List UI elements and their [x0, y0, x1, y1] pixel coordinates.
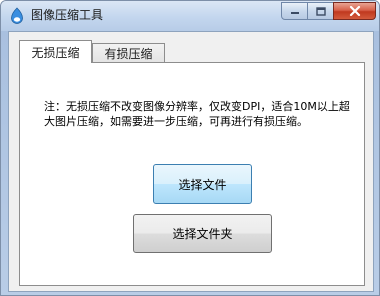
maximize-button[interactable]	[307, 2, 334, 20]
maximize-icon	[315, 6, 326, 16]
app-logo-icon	[11, 7, 23, 24]
title-bar[interactable]: 图像压缩工具	[1, 1, 379, 31]
tab-lossless-compression[interactable]: 无损压缩	[19, 40, 92, 63]
select-folder-button[interactable]: 选择文件夹	[133, 214, 272, 253]
app-window: 图像压缩工具 有损压缩 无损压缩 注：无损压缩不改变图像分辨率，仅改变DPI，适…	[0, 0, 380, 296]
minimize-button[interactable]	[281, 2, 308, 20]
tab-lossy-compression[interactable]: 有损压缩	[92, 43, 165, 63]
window-title: 图像压缩工具	[31, 8, 104, 22]
tab-panel-lossless: 注：无损压缩不改变图像分辨率，仅改变DPI，适合10M以上超大图片压缩，如需要进…	[19, 62, 365, 286]
close-button[interactable]	[333, 2, 376, 20]
minimize-icon	[290, 12, 299, 14]
select-file-button[interactable]: 选择文件	[153, 164, 252, 204]
client-area: 有损压缩 无损压缩 注：无损压缩不改变图像分辨率，仅改变DPI，适合10M以上超…	[8, 31, 374, 292]
close-icon	[349, 6, 360, 16]
lossless-note-text: 注：无损压缩不改变图像分辨率，仅改变DPI，适合10M以上超大图片压缩，如需要进…	[44, 100, 350, 128]
